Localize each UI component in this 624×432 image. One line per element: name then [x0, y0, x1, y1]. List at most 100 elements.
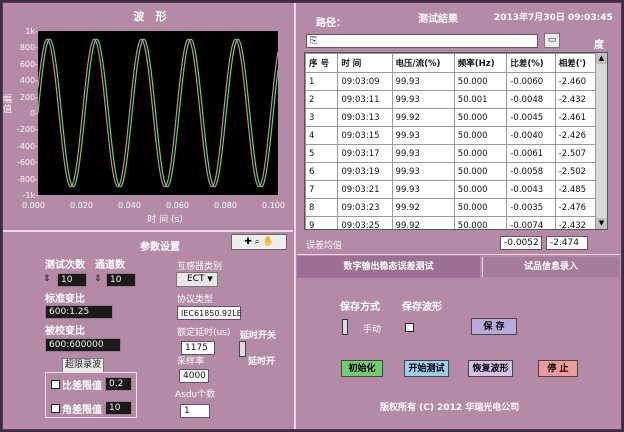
sample-input[interactable]: 4000: [179, 369, 209, 383]
mean-angle: -2.474: [546, 236, 588, 250]
results-title: 测试结果: [418, 14, 458, 25]
save-wave-checkbox[interactable]: [405, 323, 414, 332]
zoom-icon[interactable]: ⌕: [255, 237, 260, 247]
table-cell: -0.0060: [506, 72, 556, 91]
tested-ratio-input[interactable]: 600:600000: [45, 338, 121, 352]
ratio-limit-input[interactable]: 0.2: [105, 377, 132, 391]
restore-wave-button[interactable]: 恢复波形: [468, 360, 513, 377]
delay-switch-state: 延时开: [248, 357, 276, 367]
table-row[interactable]: 5 09:03:17 99.93 50.000 -0.0061 -2.507: [305, 144, 598, 163]
table-cell: 09:03:13: [337, 108, 393, 127]
start-test-button[interactable]: 开始测试: [404, 360, 449, 377]
table-header: 序 号时 间电压/流(%) 频率(Hz) 比差(%) 相差('): [305, 53, 598, 73]
table-cell: 99.92: [391, 216, 455, 229]
table-cell: 50.000: [453, 162, 508, 181]
graph-tools[interactable]: ✚ ⌕ ✋: [231, 234, 287, 250]
table-cell: -0.0045: [506, 108, 556, 127]
delay-switch-label: 延时开关: [240, 331, 277, 341]
table-cell: -0.0074: [506, 216, 556, 229]
save-mode-label: 保存方式: [340, 302, 380, 313]
unit-label: 度: [594, 40, 604, 51]
table-row[interactable]: 2 09:03:11 99.93 50.001 -0.0048 -2.432: [305, 90, 598, 109]
table-cell: 50.000: [453, 180, 508, 199]
protocol-input[interactable]: IEC61850.92LE: [177, 306, 242, 320]
ratio-input[interactable]: 600:1.25: [45, 305, 113, 319]
stop-button[interactable]: 停 止: [538, 360, 578, 377]
table-row[interactable]: 3 09:03:13 99.92 50.000 -0.0045 -2.461: [305, 108, 598, 127]
table-cell: 50.000: [453, 72, 508, 91]
mean-ratio: -0.0052: [500, 236, 542, 250]
asdu-input[interactable]: 1: [180, 404, 210, 418]
save-button[interactable]: 保 存: [471, 318, 517, 335]
table-cell: 3: [305, 108, 339, 127]
table-scrollbar[interactable]: ▲ ▼: [595, 53, 607, 229]
angle-limit-input[interactable]: 10: [105, 401, 132, 415]
x-tick-label: 0.060: [166, 201, 189, 210]
save-mode-toggle[interactable]: [342, 319, 348, 335]
cursor-icon[interactable]: ✚: [244, 237, 252, 247]
table-cell: 5: [305, 144, 339, 163]
results-table[interactable]: 序 号时 间电压/流(%) 频率(Hz) 比差(%) 相差(') 1 09:03:09 9…: [304, 52, 608, 230]
tested-ratio-label: 被校变比: [45, 326, 85, 337]
ratio-limit-label: 比差限值: [62, 381, 102, 392]
overlimit-record-button[interactable]: 超限录波: [62, 358, 104, 373]
tab-sample-info[interactable]: 试品信息录入: [482, 257, 619, 277]
stepper-icon[interactable]: ⇕: [94, 274, 102, 284]
datetime: 2013年7月30日 09:03:45: [494, 13, 613, 23]
scroll-down-icon[interactable]: ▼: [596, 218, 607, 229]
delay-input[interactable]: 1175: [181, 341, 215, 355]
table-cell: 09:03:25: [337, 216, 393, 229]
tab-top-line: [297, 254, 620, 255]
waveform-title: 波 形: [133, 10, 167, 23]
init-button[interactable]: 初始化: [341, 360, 383, 377]
column-header: 电压/流(%): [391, 53, 455, 73]
table-cell: 50.000: [453, 216, 508, 229]
tab-steady-error[interactable]: 数字输出稳态误差测试: [297, 256, 480, 278]
test-count-input[interactable]: 10: [57, 273, 87, 287]
table-cell: -2.432: [554, 216, 598, 229]
stepper-icon[interactable]: ⇕: [43, 274, 51, 284]
divider: [3, 230, 293, 232]
table-cell: -2.502: [554, 162, 598, 181]
angle-limit-checkbox[interactable]: [51, 404, 60, 413]
y-tick-label: 1k-: [25, 27, 38, 36]
path-label: 路径：: [316, 18, 346, 29]
table-cell: 09:03:09: [337, 72, 393, 91]
table-body: 1 09:03:09 99.93 50.000 -0.0060 -2.460 2 09:03:…: [305, 72, 598, 229]
table-cell: 50.000: [453, 126, 508, 145]
waveform-plot: [38, 31, 278, 195]
table-row[interactable]: 9 09:03:25 99.92 50.000 -0.0074 -2.432: [305, 216, 598, 229]
table-cell: 09:03:17: [337, 144, 393, 163]
table-row[interactable]: 1 09:03:09 99.93 50.000 -0.0060 -2.460: [305, 72, 598, 91]
channel-label: 通道数: [95, 260, 125, 271]
table-cell: 4: [305, 126, 339, 145]
x-tick-label: 0.100: [262, 201, 285, 210]
scroll-up-icon[interactable]: ▲: [596, 53, 607, 64]
table-cell: -2.432: [554, 90, 598, 109]
table-row[interactable]: 8 09:03:23 99.92 50.000 -0.0035 -2.476: [305, 198, 598, 217]
table-cell: 50.000: [453, 108, 508, 127]
table-cell: 9: [305, 216, 339, 229]
params-title: 参数设置: [140, 242, 180, 253]
table-cell: 99.93: [391, 180, 455, 199]
plot-background: [38, 31, 278, 195]
table-cell: -2.507: [554, 144, 598, 163]
table-cell: 09:03:21: [337, 180, 393, 199]
y-tick-label: -800-: [16, 174, 38, 184]
path-input[interactable]: ⎘: [306, 34, 538, 48]
x-tick-label: 0.040: [118, 201, 141, 210]
table-cell: 50.000: [453, 198, 508, 217]
transformer-select[interactable]: ECT ▼: [176, 272, 218, 287]
delay-toggle[interactable]: [239, 341, 246, 357]
table-row[interactable]: 4 09:03:15 99.93 50.000 -0.0040 -2.426: [305, 126, 598, 145]
channel-input[interactable]: 10: [106, 273, 136, 287]
y-tick-label: -200-: [16, 125, 38, 135]
transformer-value: ECT: [187, 274, 205, 284]
hand-icon[interactable]: ✋: [263, 237, 274, 247]
browse-button[interactable]: ▭: [544, 33, 560, 48]
vertical-divider: [294, 3, 296, 429]
ratio-limit-checkbox[interactable]: [51, 380, 60, 389]
table-row[interactable]: 7 09:03:21 99.93 50.000 -0.0043 -2.485: [305, 180, 598, 199]
table-row[interactable]: 6 09:03:19 99.93 50.000 -0.0058 -2.502: [305, 162, 598, 181]
table-cell: 09:03:19: [337, 162, 393, 181]
